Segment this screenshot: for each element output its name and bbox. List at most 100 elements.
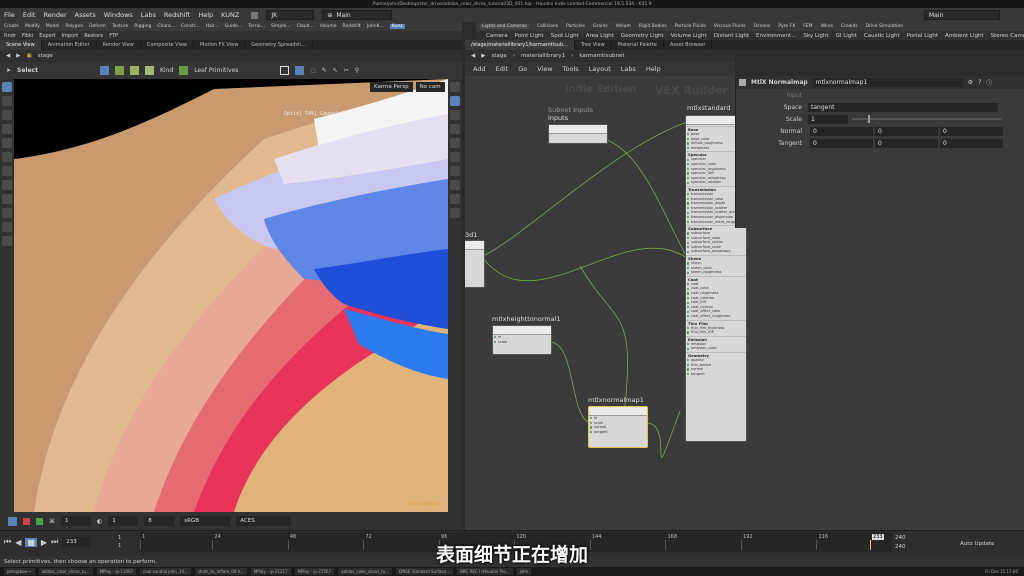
tool-icon-2[interactable]	[114, 66, 124, 75]
normalmap-node[interactable]: in scale normal tangent	[588, 406, 648, 448]
snap-icon[interactable]: ⚲	[355, 67, 359, 74]
shelf-tab[interactable]: Wires	[821, 24, 833, 29]
visible-only-icon[interactable]	[295, 66, 305, 75]
input-port[interactable]: thin_film_IOR	[686, 330, 746, 335]
shelf-tab[interactable]: Grains	[593, 24, 608, 29]
colorspace-dropdown[interactable]: sRGB	[180, 516, 231, 526]
shelf-tool[interactable]: Environment...	[756, 33, 796, 39]
snapshot-icon[interactable]: ⌘	[49, 518, 55, 525]
desktop-select[interactable]: JK	[266, 10, 315, 20]
select-tool-icon[interactable]	[2, 82, 12, 92]
shelf-tab[interactable]: Create	[4, 24, 19, 29]
scale-slider-handle[interactable]	[868, 115, 870, 123]
nm-port-tangent[interactable]: tangent	[589, 430, 647, 435]
taskbar-item[interactable]: cool.sundial john_10...	[140, 568, 191, 575]
shelf-tab[interactable]: Terrai...	[248, 24, 265, 29]
menu-render[interactable]: Render	[43, 11, 66, 19]
space-dropdown[interactable]: tangent	[808, 102, 998, 112]
shelf-tab[interactable]: Model	[46, 24, 60, 29]
tangent-x-field[interactable]: 0	[810, 138, 873, 148]
shelf-tool[interactable]: Portal Light	[907, 33, 938, 39]
inputs-node[interactable]	[548, 124, 608, 144]
scene-icon[interactable]	[450, 208, 460, 218]
menu-go[interactable]: Go	[518, 65, 527, 73]
path-stage[interactable]: stage	[491, 53, 506, 59]
shelf-tool[interactable]: Rndr	[4, 33, 16, 39]
menu-net-edit[interactable]: Edit	[496, 65, 509, 73]
input-port[interactable]: tangent	[686, 372, 746, 377]
shelf-tool[interactable]: Import	[62, 33, 79, 39]
shelf-tab[interactable]: Guide...	[225, 24, 243, 29]
input-port[interactable]: coat_affect_roughness	[686, 314, 746, 319]
lock-icon[interactable]	[450, 82, 460, 92]
ht-port-scale[interactable]: scale	[493, 340, 551, 345]
shelf-tool[interactable]: Distant Light	[714, 33, 749, 39]
taskbar-item[interactable]: MPlay - ip-11067	[96, 568, 137, 575]
shelf-tab[interactable]: Drive Simulation	[866, 24, 903, 29]
shelf-tab[interactable]: Rigging	[134, 24, 151, 29]
shelf-tool[interactable]: Stereo Camera	[991, 33, 1024, 39]
pause-icon[interactable]	[36, 517, 43, 525]
scale-field[interactable]: 1	[808, 114, 848, 124]
shelf-tab[interactable]: Particles	[566, 24, 585, 29]
light-tool-icon[interactable]	[2, 166, 12, 176]
tonemap-dropdown[interactable]: ACES	[236, 516, 292, 526]
menu-add[interactable]: Add	[473, 65, 486, 73]
shelf-tool[interactable]: Camera	[486, 33, 508, 39]
paint-select-icon[interactable]: ✎	[322, 67, 327, 74]
bits-field[interactable]: 8	[144, 516, 175, 526]
shelf-tab[interactable]: Vellum	[616, 24, 631, 29]
taskbar-item[interactable]: MPlay - ip-21217	[250, 568, 291, 575]
menu-redshift[interactable]: Redshift	[164, 11, 190, 19]
scale-slider[interactable]	[852, 115, 1002, 123]
render-icon[interactable]	[8, 516, 17, 526]
pane-tab[interactable]: Tree View	[575, 40, 612, 50]
shelf-tab[interactable]: JohnK...	[367, 24, 384, 29]
pane-tab[interactable]: Motion FX View	[194, 40, 246, 50]
shelf-tool[interactable]: Volume Light	[671, 33, 707, 39]
scale-tool-icon[interactable]	[2, 124, 12, 134]
shelf-tool[interactable]: FTP	[109, 33, 118, 39]
heighttonormal-node[interactable]: in scale	[492, 325, 552, 355]
select-label[interactable]: Select	[17, 67, 38, 74]
shelf-tab[interactable]: Viscous Fluids	[714, 24, 746, 29]
help-icon[interactable]: ?	[978, 79, 981, 86]
shelf-tab[interactable]: Chara...	[157, 24, 175, 29]
taskbar-item[interactable]: shots_to_inflate_04.h...	[194, 568, 247, 575]
shelf-tool[interactable]: Export	[39, 33, 55, 39]
gamma-field[interactable]: 1	[108, 516, 139, 526]
display-icon[interactable]	[450, 180, 460, 190]
pane-tab[interactable]: Composite View	[141, 40, 194, 50]
shelf-tool[interactable]: Point Light	[515, 33, 544, 39]
pane-tab[interactable]: Render View	[97, 40, 141, 50]
menu-layout[interactable]: Layout	[589, 65, 611, 73]
shelf-tab[interactable]: Deform	[89, 24, 106, 29]
camera-tool-icon[interactable]	[2, 180, 12, 190]
shelf-tool[interactable]: Restore	[84, 33, 103, 39]
normal-y-field[interactable]: 0	[875, 126, 938, 136]
taskbar-item[interactable]: DNSE Standard Surface...	[396, 568, 454, 575]
shading-icon[interactable]	[450, 110, 460, 120]
shelf-tool[interactable]: Fibki	[22, 33, 33, 39]
right-main-dropdown[interactable]: Main	[924, 10, 1000, 20]
forward-icon[interactable]: ▶	[481, 53, 485, 59]
shelf-tab[interactable]: FEM	[803, 24, 812, 29]
lasso-icon[interactable]: ◌	[310, 67, 315, 74]
pane-tab[interactable]: Material Palette	[612, 40, 664, 50]
magnet-tool-icon[interactable]	[2, 194, 12, 204]
handle-tool-icon[interactable]	[2, 138, 12, 148]
back-icon[interactable]: ◀	[471, 53, 475, 59]
shelf-tab[interactable]: Hair...	[206, 24, 219, 29]
input-port[interactable]: sheen_roughness	[686, 270, 746, 275]
menu-assets[interactable]: Assets	[75, 11, 96, 19]
wire-icon[interactable]	[450, 124, 460, 134]
shelf-tab[interactable]: Crowds	[841, 24, 858, 29]
view-tool-icon[interactable]	[2, 222, 12, 232]
tangent-z-field[interactable]: 0	[940, 138, 1003, 148]
menu-view[interactable]: View	[537, 65, 552, 73]
shelf-tab[interactable]: Pyro FX	[778, 24, 795, 29]
shelf-tool[interactable]: GI Light	[836, 33, 857, 39]
shelf-tool[interactable]: Geometry Light	[621, 33, 664, 39]
pane-tab[interactable]: /stage/materiallibrary1/karmamtlsub...	[465, 40, 575, 50]
camera-icon[interactable]	[450, 96, 460, 106]
